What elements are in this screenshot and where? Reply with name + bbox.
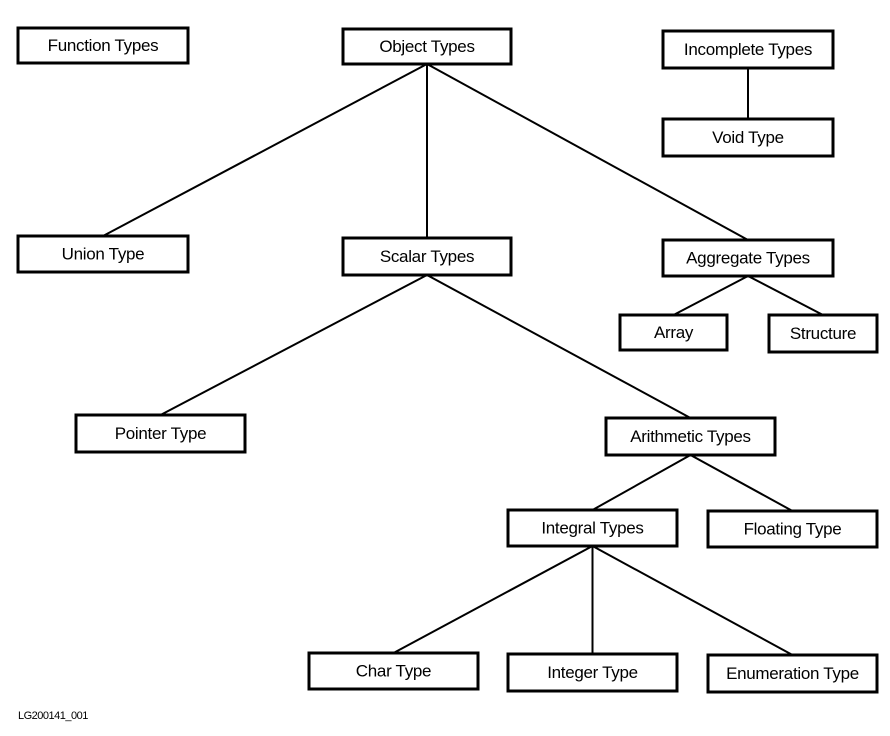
node-label: Integral Types [541, 519, 643, 538]
node-union: Union Type [16, 234, 190, 274]
edge-arithmetic-to-integral [592, 454, 691, 511]
edge-scalar-to-pointer [160, 274, 428, 416]
node-label: Floating Type [744, 520, 842, 539]
node-label: Aggregate Types [686, 249, 810, 268]
node-integral: Integral Types [506, 508, 679, 548]
node-label: Char Type [356, 662, 431, 681]
node-pointer: Pointer Type [74, 413, 247, 454]
node-function: Function Types [16, 26, 190, 65]
edge-object-to-union [102, 63, 428, 237]
edge-aggregate-to-structure [747, 275, 824, 316]
node-label: Object Types [379, 37, 474, 56]
node-label: Incomplete Types [684, 40, 812, 59]
node-label: Union Type [62, 245, 145, 264]
node-label: Array [654, 323, 694, 342]
node-void: Void Type [661, 117, 835, 158]
type-hierarchy-diagram: Function Types Object Types Incomplete Typ… [0, 0, 890, 736]
edge-arithmetic-to-floating [690, 454, 793, 512]
node-label: Arithmetic Types [630, 427, 751, 446]
node-structure: Structure [767, 313, 879, 354]
node-label: Structure [790, 324, 856, 343]
node-floating: Floating Type [706, 509, 879, 549]
node-label: Scalar Types [380, 247, 474, 266]
node-label: Pointer Type [115, 424, 207, 443]
node-integer: Integer Type [506, 652, 679, 693]
figure-id-label: LG200141_001 [18, 710, 88, 722]
node-label: Integer Type [547, 663, 638, 682]
node-label: Void Type [712, 128, 784, 147]
node-arithmetic: Arithmetic Types [604, 416, 777, 457]
node-array: Array [618, 313, 729, 352]
node-label: Enumeration Type [726, 664, 859, 683]
diagram-svg: Function Types Object Types Incomplete Typ… [16, 26, 879, 694]
node-incomplete: Incomplete Types [661, 29, 835, 70]
node-char: Char Type [307, 651, 480, 691]
edge-integral-to-enumeration [592, 545, 793, 656]
node-object: Object Types [341, 27, 513, 66]
node-label: Function Types [48, 36, 159, 55]
node-aggregate: Aggregate Types [661, 238, 835, 278]
node-scalar: Scalar Types [341, 236, 513, 277]
edge-integral-to-char [393, 545, 593, 654]
node-enumeration: Enumeration Type [706, 653, 879, 694]
edge-aggregate-to-array [673, 275, 749, 316]
